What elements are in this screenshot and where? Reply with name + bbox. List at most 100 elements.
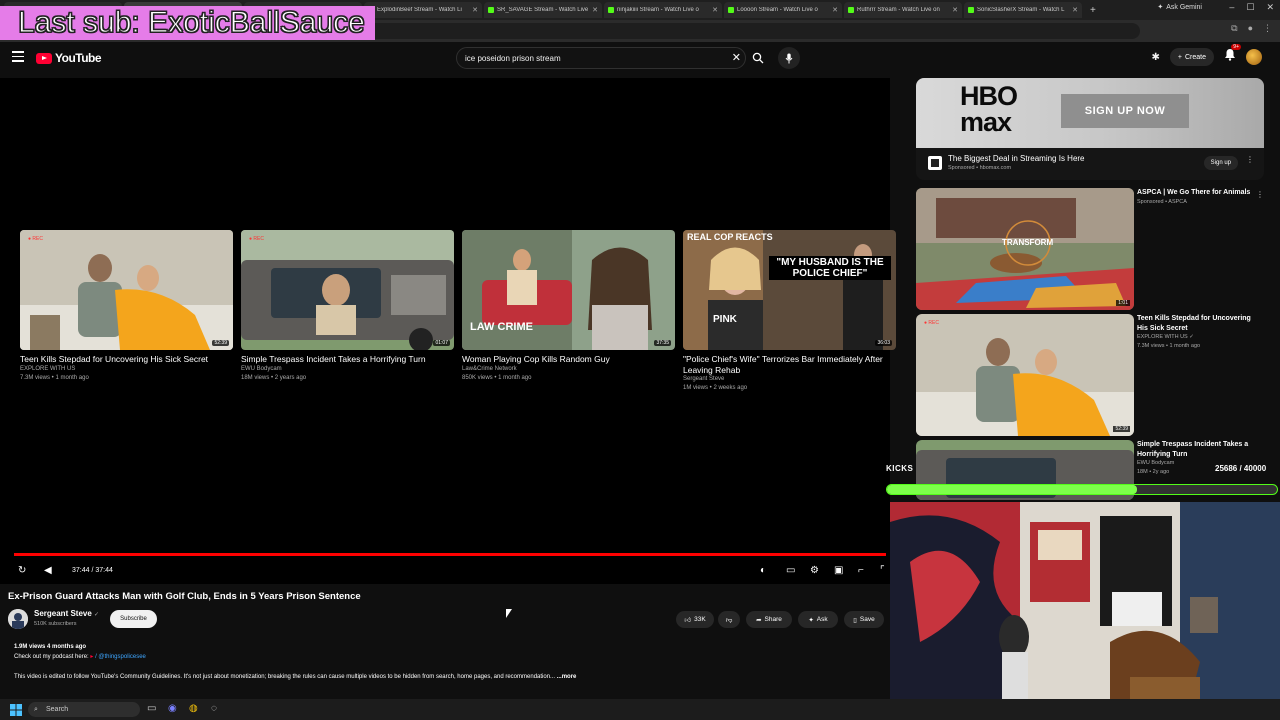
taskbar-search[interactable]: ⌕ Search [28,702,140,717]
ad-signup-button[interactable]: Sign up [1203,156,1238,170]
tab-close-icon[interactable]: ✕ [952,6,958,14]
more-options-icon[interactable]: ⋮ [1246,155,1254,164]
progress-bar[interactable] [14,553,886,556]
search-button[interactable] [748,47,768,69]
task-view-icon[interactable]: ▭ [147,703,156,714]
duration-badge: 01:07 [433,340,450,346]
voice-search-button[interactable] [778,47,800,69]
sidebar-title[interactable]: Simple Trespass Incident Takes a Horrify… [1137,440,1255,459]
menu-icon[interactable]: ⋮ [1263,23,1272,34]
share-button[interactable]: ➦ Share [746,611,792,628]
duration-badge: 52:39 [212,340,229,346]
ad-banner[interactable]: HBO max SIGN UP NOW [916,78,1264,148]
sidebar-thumbnail[interactable]: TRANSFORM 1:01 [916,188,1134,310]
captions-icon[interactable]: ▭ [786,565,795,576]
search-icon [752,52,764,64]
verified-icon: ✓ [94,612,100,618]
sidebar-ad[interactable]: HBO max SIGN UP NOW The Biggest Deal in … [916,78,1264,180]
sidebar-video-item[interactable]: ● REC 52:39 Teen Kills Stepdad for Uncov… [916,314,1266,436]
endcard-title[interactable]: "Police Chief's Wife" Terrorizes Bar Imm… [683,354,896,375]
more-options-icon[interactable]: ⋮ [1256,190,1264,199]
ask-button[interactable]: ✦ Ask [798,611,838,628]
endcard-title[interactable]: Teen Kills Stepdad for Uncovering His Si… [20,354,233,365]
endcard-title[interactable]: Simple Trespass Incident Takes a Horrify… [241,354,454,365]
tab-close-icon[interactable]: ✕ [1072,6,1078,14]
endcard-thumbnail[interactable]: ● REC 01:07 [241,230,454,350]
endcard-thumbnail[interactable]: REAL COP REACTS "MY HUSBAND IS THE POLIC… [683,230,896,350]
extensions-icon[interactable]: ⧉ [1231,23,1237,34]
new-tab-button[interactable]: + [1084,5,1102,16]
sidebar-title[interactable]: ASPCA | We Go There for Animals [1137,188,1255,198]
browser-tab[interactable]: ninjakiiii Stream - Watch Live o ✕ [604,2,722,18]
obs-icon[interactable]: ◌ [211,703,217,714]
sidebar-channel-line: EXPLORE WITH US ✓ [1137,333,1255,342]
endcard-thumbnail[interactable]: ● REC 52:39 [20,230,233,350]
tab-close-icon[interactable]: ✕ [592,6,598,14]
podcast-handle-link[interactable]: / @thingspolicesee [95,654,146,660]
show-more-link[interactable]: ...more [557,674,577,680]
browser-tab[interactable]: ExplodinBeef Stream - Watch Li ✕ [364,2,482,18]
subscribe-button[interactable]: Subscribe [110,610,157,628]
close-window-icon[interactable]: ✕ [1266,2,1274,13]
thumbs-up-icon: 👍︎ [684,616,692,624]
tab-close-icon[interactable]: ✕ [712,6,718,14]
like-button[interactable]: 👍︎ 33K [676,611,714,628]
endcard-video[interactable]: ● REC 01:07 Simple Trespass Incident Tak… [241,230,454,383]
endcard-channel[interactable]: Law&Crime Network [462,365,675,374]
sidebar-title[interactable]: Teen Kills Stepdad for Uncovering His Si… [1137,314,1255,333]
youtube-logo[interactable]: YouTube [36,51,102,65]
endcard-channel[interactable]: Sergeant Steve [683,375,896,384]
settings-gear-icon[interactable]: ⚙ [810,565,819,576]
account-avatar[interactable] [1246,49,1262,65]
endcard-video[interactable]: REAL COP REACTS "MY HUSBAND IS THE POLIC… [683,230,896,393]
maximize-icon[interactable]: ☐ [1246,2,1254,13]
browser-tab[interactable]: SR_SAVAGE Stream - Watch Live ✕ [484,2,602,18]
ad-banner-cta[interactable]: SIGN UP NOW [1061,94,1189,128]
description-body-line: This video is edited to follow YouTube's… [14,672,878,682]
fullscreen-icon[interactable]: ⌜ [880,565,885,576]
webcam-room-scene [890,502,1280,700]
windows-start-icon[interactable] [10,704,22,716]
description-box[interactable]: 1.9M views 4 months ago Check out my pod… [8,640,884,688]
clear-search-icon[interactable]: ✕ [732,51,741,64]
sidebar-channel[interactable]: EXPLORE WITH US [1137,334,1188,340]
save-button[interactable]: ▯ Save [844,611,884,628]
dislike-button[interactable]: 👎︎ [718,611,740,628]
cast-extension-icon[interactable]: ✱ [1152,52,1160,63]
video-player[interactable]: ● REC 52:39 Teen Kills Stepdad for Uncov… [0,78,896,584]
autoplay-toggle-icon[interactable]: ◐ [760,565,766,576]
notifications-button[interactable]: 9+ [1224,44,1241,66]
endcard-thumbnail[interactable]: LAW CRIME 37:35 [462,230,675,350]
profile-icon[interactable]: ● [1248,23,1253,34]
ask-gemini-button[interactable]: ✦ Ask Gemini [1157,3,1202,12]
browser-tab[interactable]: Loooon Stream - Watch Live o ✕ [724,2,842,18]
browser-tab[interactable]: Ruthrrr Stream - Watch Live on ✕ [844,2,962,18]
tab-close-icon[interactable]: ✕ [832,6,838,14]
create-button[interactable]: + Create [1169,48,1214,66]
search-input[interactable]: ice poseidon prison stream ✕ [456,47,746,69]
ad-title[interactable]: The Biggest Deal in Streaming Is Here [948,154,1085,163]
chrome-icon[interactable]: ◍ [189,703,198,714]
browser-tab[interactable]: SonicSlasherX Stream - Watch L ✕ [964,2,1082,18]
endcard-video[interactable]: LAW CRIME 37:35 Woman Playing Cop Kills … [462,230,675,383]
cast-icon[interactable]: ⌐ [858,565,864,576]
endcard-title[interactable]: Woman Playing Cop Kills Random Guy [462,354,675,365]
volume-icon[interactable]: ◀ [44,565,52,576]
endcard-channel[interactable]: EWU Bodycam [241,365,454,374]
minimize-icon[interactable]: – [1229,2,1234,13]
hbo-max-logo: HBO max [960,81,1018,137]
channel-name[interactable]: Sergeant Steve ✓ [34,609,99,618]
menu-hamburger-icon[interactable] [12,51,24,63]
replay-icon[interactable]: ↻ [18,565,26,576]
miniplayer-icon[interactable]: ▣ [834,565,843,576]
kick-icon [608,7,614,13]
channel-avatar[interactable] [8,609,28,629]
sidebar-video-item[interactable]: TRANSFORM 1:01 ASPCA | We Go There for A… [916,188,1266,310]
discord-icon[interactable]: ◉ [168,703,177,714]
ad-sponsor: Sponsored • hbomax.com [948,165,1012,171]
endcard-channel[interactable]: EXPLORE WITH US [20,365,233,374]
tab-close-icon[interactable]: ✕ [472,6,478,14]
endcard-video[interactable]: ● REC 52:39 Teen Kills Stepdad for Uncov… [20,230,233,383]
kicks-goal-fill [887,485,1138,494]
sidebar-thumbnail[interactable]: ● REC 52:39 [916,314,1134,436]
